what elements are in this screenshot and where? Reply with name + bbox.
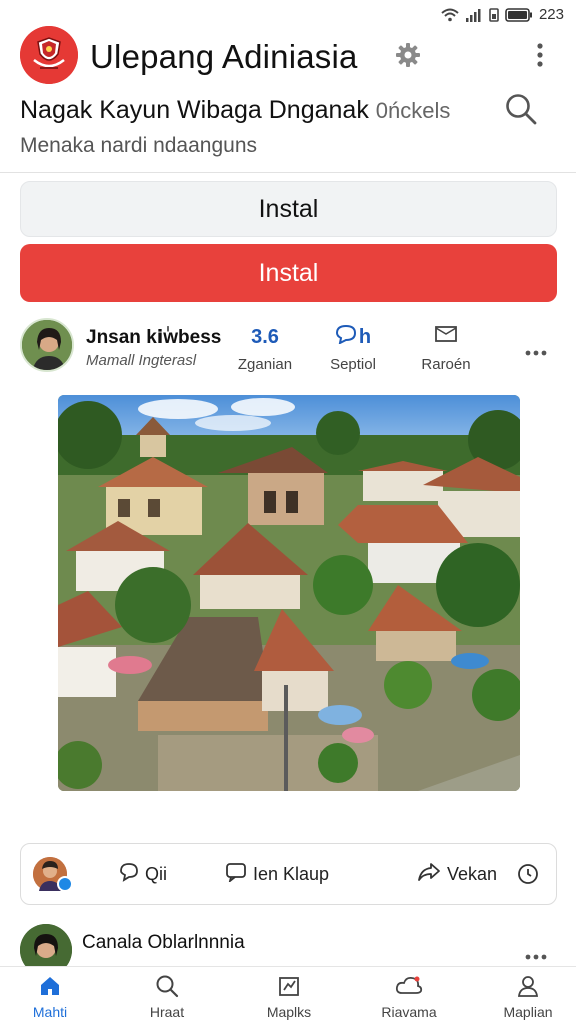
app-logo[interactable] <box>20 26 78 84</box>
search-icon <box>122 971 212 1001</box>
map-icon <box>244 971 334 1001</box>
section-heading-suffix: 0ńckels <box>375 98 451 123</box>
nav-search-label: Hraat <box>149 1004 185 1020</box>
nav-profile-label: Maplian <box>503 1004 553 1020</box>
author-name-2[interactable]: Canala Oblarlnnnia <box>82 932 245 954</box>
like-action-label: Qii <box>145 864 167 884</box>
online-badge <box>57 876 73 892</box>
more-horiz-icon[interactable] <box>524 344 548 362</box>
stat-share-label: Raroén <box>421 356 471 373</box>
stat-score-label: Zganian <box>237 356 293 373</box>
nav-profile[interactable]: Maplian <box>483 971 573 1020</box>
search-icon[interactable] <box>504 92 538 131</box>
comment-icon <box>335 324 357 350</box>
home-icon <box>5 971 95 1001</box>
stat-score-value: 3.6 <box>251 325 279 348</box>
avatar[interactable] <box>20 318 74 372</box>
chat-icon <box>225 862 247 887</box>
post-photo[interactable] <box>58 395 520 791</box>
bottom-nav: Mahti Hraat Maplks Riavama Maplian <box>0 966 576 1024</box>
person-icon <box>483 971 573 1001</box>
section-heading: Nagak Kayun Wibaga Dnganak 0ńckels <box>20 96 450 125</box>
sim-icon <box>489 7 499 22</box>
post-header-2: Canala Oblarlnnnia <box>0 924 576 976</box>
action-bar: Qii Ien Klaup Vekan <box>20 843 557 905</box>
nav-map[interactable]: Maplks <box>244 971 334 1020</box>
share-action[interactable]: Vekan <box>417 862 497 887</box>
clock-text: 223 <box>538 6 564 23</box>
comment-action-label: Ien Klaup <box>253 864 330 884</box>
battery-icon <box>505 7 533 22</box>
gear-icon[interactable] <box>395 42 421 73</box>
install-button-primary[interactable]: Instal <box>20 244 557 302</box>
more-horiz-icon[interactable] <box>524 948 548 966</box>
comment-action[interactable]: Ien Klaup <box>225 862 329 887</box>
share-action-label: Vekan <box>447 864 498 884</box>
mail-icon <box>434 324 458 350</box>
stat-comments-value: h <box>358 325 372 348</box>
nav-home-label: Mahti <box>32 1004 68 1020</box>
like-action[interactable]: Qii <box>119 862 167 887</box>
nav-search[interactable]: Hraat <box>122 971 212 1020</box>
divider <box>0 172 576 173</box>
stat-comments-label: Septiol <box>330 356 376 373</box>
nav-map-label: Maplks <box>266 1004 312 1020</box>
post-header: Jnsan kiٰwbess Mamall Ingterasl 3.6 Zgan… <box>0 318 576 378</box>
comment-bubble-icon <box>119 862 139 887</box>
stat-comments[interactable]: h Septiol <box>320 324 386 373</box>
signal-icon <box>465 8 483 22</box>
status-icons: 223 <box>441 6 564 23</box>
section-caption: Menaka nardi ndaanguns <box>20 134 258 157</box>
stat-score[interactable]: 3.6 Zganian <box>232 324 298 374</box>
share-icon <box>417 862 441 887</box>
app-title: Ulepang Adiniasia <box>90 38 358 75</box>
nav-cloud-label: Riavama <box>381 1004 437 1020</box>
app-header: Ulepang Adiniasia <box>0 24 576 86</box>
author-name[interactable]: Jnsan kiٰwbess <box>86 326 221 349</box>
nav-home[interactable]: Mahti <box>5 971 95 1020</box>
more-vert-icon[interactable] <box>536 42 544 73</box>
install-button-secondary[interactable]: Instal <box>20 181 557 237</box>
stat-share[interactable]: Raroén <box>410 324 482 373</box>
clock-icon[interactable] <box>517 863 539 890</box>
nav-cloud[interactable]: Riavama <box>364 971 454 1020</box>
author-subtitle: Mamall Ingterasl <box>86 352 197 369</box>
cloud-icon <box>364 971 454 1001</box>
wifi-icon <box>441 8 459 22</box>
section-heading-text: Nagak Kayun Wibaga Dnganak <box>20 96 369 124</box>
